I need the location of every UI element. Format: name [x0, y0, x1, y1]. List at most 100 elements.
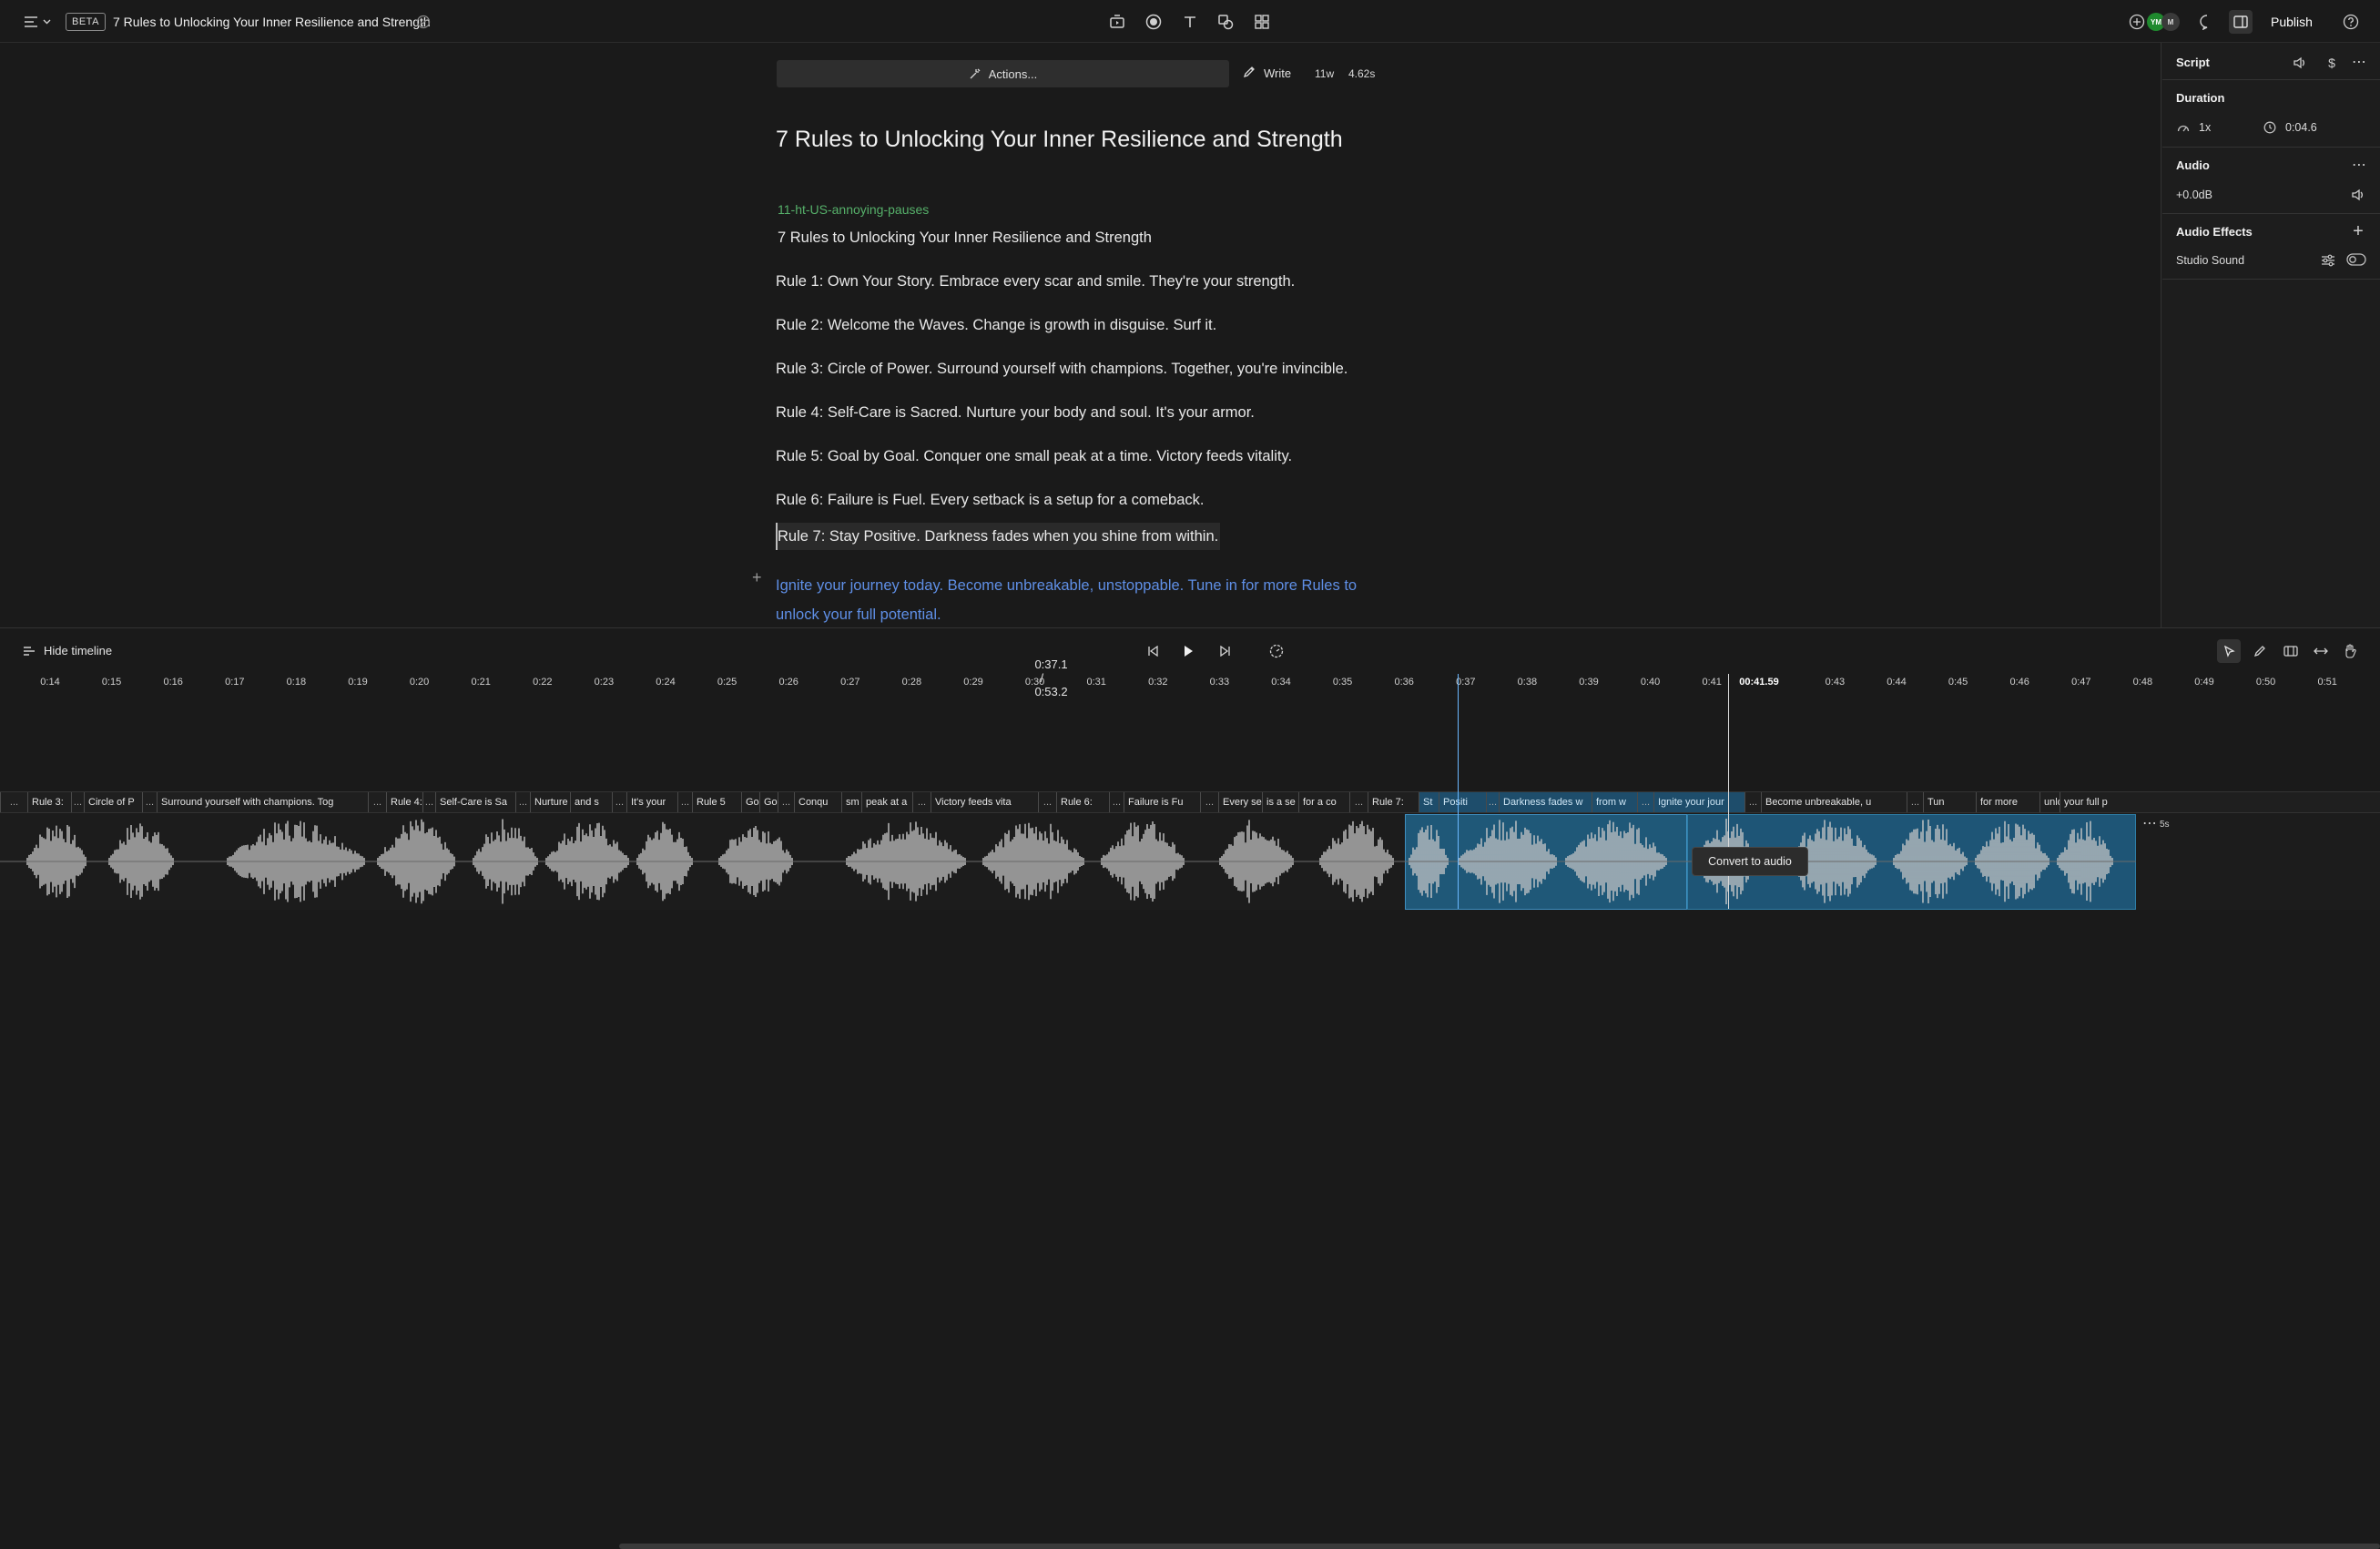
word-chip[interactable]: peak at a: [861, 792, 912, 812]
word-chip[interactable]: ...: [1109, 792, 1124, 812]
add-block-icon[interactable]: +: [752, 568, 762, 587]
time-ruler[interactable]: 0:14 0:15 0:16 0:17 0:18 0:19 0:20 0:21 0:22 0:23…: [0, 675, 2380, 693]
script-paragraph-ignored[interactable]: Ignite your journey today. Become unbrea…: [776, 571, 1377, 629]
word-chip[interactable]: ...: [677, 792, 692, 812]
word-chip[interactable]: ...: [1349, 792, 1368, 812]
script-paragraph-selected[interactable]: Rule 7: Stay Positive. Darkness fades wh…: [776, 523, 1221, 550]
horizontal-scrollbar[interactable]: [619, 1544, 2380, 1549]
script-paragraph[interactable]: Rule 4: Self-Care is Sacred. Nurture you…: [776, 403, 1255, 423]
word-chip[interactable]: ...: [778, 792, 794, 812]
audio-track[interactable]: ⋯ 5s: [0, 814, 2380, 910]
help-icon[interactable]: [2342, 13, 2360, 31]
speaker-label[interactable]: 11-ht-US-annoying-pauses: [778, 201, 929, 218]
sliders-icon[interactable]: [2320, 252, 2336, 269]
chevron-down-icon[interactable]: [40, 15, 53, 29]
word-chip[interactable]: Tun: [1923, 792, 1976, 812]
word-track[interactable]: ... Rule 3:... Circle of P... Surround your…: [0, 791, 2380, 813]
script-paragraph[interactable]: Rule 2: Welcome the Waves. Change is gro…: [776, 315, 1216, 335]
word-chip[interactable]: unlo: [2039, 792, 2060, 812]
text-icon[interactable]: [1180, 12, 1200, 32]
script-paragraph[interactable]: Rule 1: Own Your Story. Embrace every sc…: [776, 271, 1295, 291]
add-effect-icon[interactable]: +: [2350, 222, 2366, 240]
word-chip[interactable]: is a se: [1262, 792, 1298, 812]
script-paragraph[interactable]: Rule 3: Circle of Power. Surround yourse…: [776, 359, 1348, 379]
script-editor[interactable]: Actions... Write 11w 4.62s 7 Rules to Un…: [0, 43, 2161, 627]
pen-tool-icon[interactable]: [2248, 639, 2272, 663]
word-chip[interactable]: Self-Care is Sa: [435, 792, 515, 812]
toggle-switch[interactable]: [2346, 253, 2366, 266]
skip-back-icon[interactable]: [1144, 643, 1162, 659]
record-icon[interactable]: [1144, 12, 1164, 32]
word-chip[interactable]: Goa: [759, 792, 778, 812]
stretch-tool-icon[interactable]: [2309, 639, 2333, 663]
convert-to-audio-tooltip[interactable]: Convert to audio: [1692, 847, 1808, 876]
word-chip[interactable]: Rule 7:: [1368, 792, 1419, 812]
more-options-icon[interactable]: ⋯: [2350, 158, 2368, 174]
word-chip[interactable]: Failure is Fu: [1124, 792, 1200, 812]
word-chip[interactable]: ...: [1744, 792, 1761, 812]
word-chip[interactable]: ...: [1486, 792, 1499, 812]
word-chip[interactable]: Positi: [1439, 792, 1486, 812]
word-chip[interactable]: Rule 3:: [27, 792, 71, 812]
word-chip[interactable]: Nurture yo: [530, 792, 570, 812]
word-chip[interactable]: Conqu: [794, 792, 841, 812]
word-chip[interactable]: ...: [1200, 792, 1218, 812]
word-chip[interactable]: Ignite your jour: [1653, 792, 1744, 812]
page-title[interactable]: 7 Rules to Unlocking Your Inner Resilien…: [776, 125, 1343, 154]
comment-icon[interactable]: [2198, 13, 2216, 31]
script-paragraph[interactable]: 7 Rules to Unlocking Your Inner Resilien…: [778, 228, 1152, 248]
skip-forward-icon[interactable]: [1216, 643, 1235, 659]
select-tool-icon[interactable]: [2217, 639, 2241, 663]
word-chip[interactable]: ...: [1038, 792, 1056, 812]
word-chip[interactable]: It's your: [626, 792, 677, 812]
word-chip[interactable]: your full p: [2060, 792, 2123, 812]
play-icon[interactable]: [1179, 643, 1197, 659]
avatar[interactable]: M: [2161, 13, 2180, 31]
speed-value[interactable]: 1x: [2199, 121, 2211, 134]
shapes-icon[interactable]: [1215, 12, 1236, 32]
actions-button[interactable]: Actions...: [777, 60, 1229, 87]
word-chip[interactable]: St: [1419, 792, 1439, 812]
sidebar-toggle-icon[interactable]: [2229, 10, 2253, 34]
word-chip[interactable]: ...: [912, 792, 931, 812]
add-collaborator-icon[interactable]: [2128, 13, 2146, 31]
volume-icon[interactable]: [2350, 188, 2366, 202]
word-chip[interactable]: Goa: [741, 792, 759, 812]
playback-speed-icon[interactable]: [1267, 643, 1286, 659]
word-chip[interactable]: Rule 5: [692, 792, 741, 812]
menu-icon[interactable]: [22, 13, 40, 31]
publish-button[interactable]: Publish: [2263, 12, 2320, 32]
hand-tool-icon[interactable]: [2338, 639, 2362, 663]
word-chip[interactable]: Surround yourself with champions. Tog: [157, 792, 368, 812]
word-chip[interactable]: for more: [1976, 792, 2039, 812]
word-chip[interactable]: ...: [1907, 792, 1923, 812]
word-chip[interactable]: ...: [612, 792, 626, 812]
word-chip[interactable]: ...: [422, 792, 435, 812]
hide-timeline-button[interactable]: Hide timeline: [44, 644, 112, 657]
word-chip[interactable]: for a co: [1298, 792, 1349, 812]
script-paragraph[interactable]: Rule 6: Failure is Fuel. Every setback i…: [776, 490, 1204, 510]
clip-tool-icon[interactable]: [2279, 639, 2303, 663]
dollar-icon[interactable]: $: [2324, 55, 2340, 71]
write-button[interactable]: Write: [1243, 63, 1291, 86]
word-chip[interactable]: Darkness fades w: [1499, 792, 1592, 812]
duration-value[interactable]: 0:04.6: [2285, 121, 2317, 134]
word-chip[interactable]: from w: [1592, 792, 1637, 812]
media-icon[interactable]: [1107, 12, 1127, 32]
more-options-icon[interactable]: ⋯: [2350, 55, 2368, 71]
word-chip[interactable]: Rule 4:: [386, 792, 422, 812]
word-chip[interactable]: ...: [71, 792, 84, 812]
word-chip[interactable]: ...: [0, 792, 27, 812]
word-chip[interactable]: Become unbreakable, u: [1761, 792, 1907, 812]
speaker-icon[interactable]: [2292, 55, 2308, 71]
word-chip[interactable]: Rule 6:: [1056, 792, 1109, 812]
document-title[interactable]: 7 Rules to Unlocking Your Inner Resilien…: [113, 13, 431, 31]
word-chip[interactable]: ...: [1637, 792, 1653, 812]
word-chip[interactable]: ...: [142, 792, 157, 812]
word-chip[interactable]: Circle of P: [84, 792, 142, 812]
script-paragraph[interactable]: Rule 5: Goal by Goal. Conquer one small …: [776, 446, 1292, 466]
word-chip[interactable]: ...: [515, 792, 530, 812]
more-options-icon[interactable]: ⋯: [2140, 817, 2160, 831]
word-chip[interactable]: Victory feeds vita: [931, 792, 1038, 812]
word-chip[interactable]: Every se: [1218, 792, 1262, 812]
